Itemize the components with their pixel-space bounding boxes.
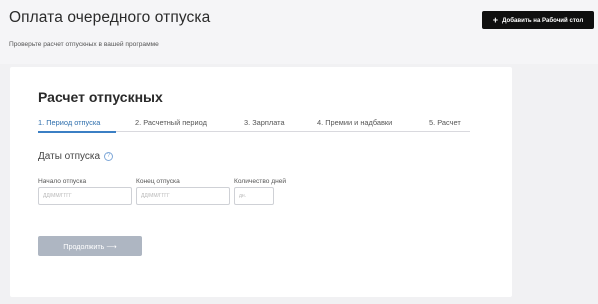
section-title: Даты отпуска ? <box>38 151 114 162</box>
page-title: Оплата очередного отпуска <box>9 9 211 26</box>
page-header: Оплата очередного отпуска Проверьте расч… <box>0 0 598 64</box>
section-title-text: Даты отпуска <box>38 151 101 162</box>
steps-nav: 1. Период отпуска 2. Расчетный период 3.… <box>38 118 470 133</box>
step-bonuses[interactable]: 4. Премии и надбавки <box>317 118 392 127</box>
step-calculation-period[interactable]: 2. Расчетный период <box>135 118 207 127</box>
plus-icon: + <box>492 14 499 25</box>
active-step-underline <box>38 131 116 133</box>
right-background <box>512 64 598 304</box>
start-date-input[interactable] <box>38 187 132 205</box>
page-subtitle: Проверьте расчет отпускных в вашей прогр… <box>9 41 159 48</box>
end-date-input[interactable] <box>136 187 230 205</box>
question-circle-icon[interactable]: ? <box>104 152 114 161</box>
continue-button[interactable]: Продолжить ⟶ <box>38 236 142 256</box>
step-calculation[interactable]: 5. Расчет <box>429 118 461 127</box>
end-date-label: Конец отпуска <box>136 178 180 185</box>
step-salary[interactable]: 3. Зарплата <box>244 118 285 127</box>
start-date-label: Начало отпуска <box>38 178 87 185</box>
card-title: Расчет отпускных <box>38 89 163 105</box>
add-to-desktop-button[interactable]: + Добавить на Рабочий стол <box>482 11 594 29</box>
days-count-label: Количество дней <box>234 178 287 185</box>
days-count-input[interactable] <box>234 187 274 205</box>
calculator-card: Расчет отпускных 1. Период отпуска 2. Ра… <box>10 67 512 297</box>
step-vacation-period[interactable]: 1. Период отпуска <box>38 118 100 127</box>
add-to-desktop-label: Добавить на Рабочий стол <box>502 16 584 24</box>
